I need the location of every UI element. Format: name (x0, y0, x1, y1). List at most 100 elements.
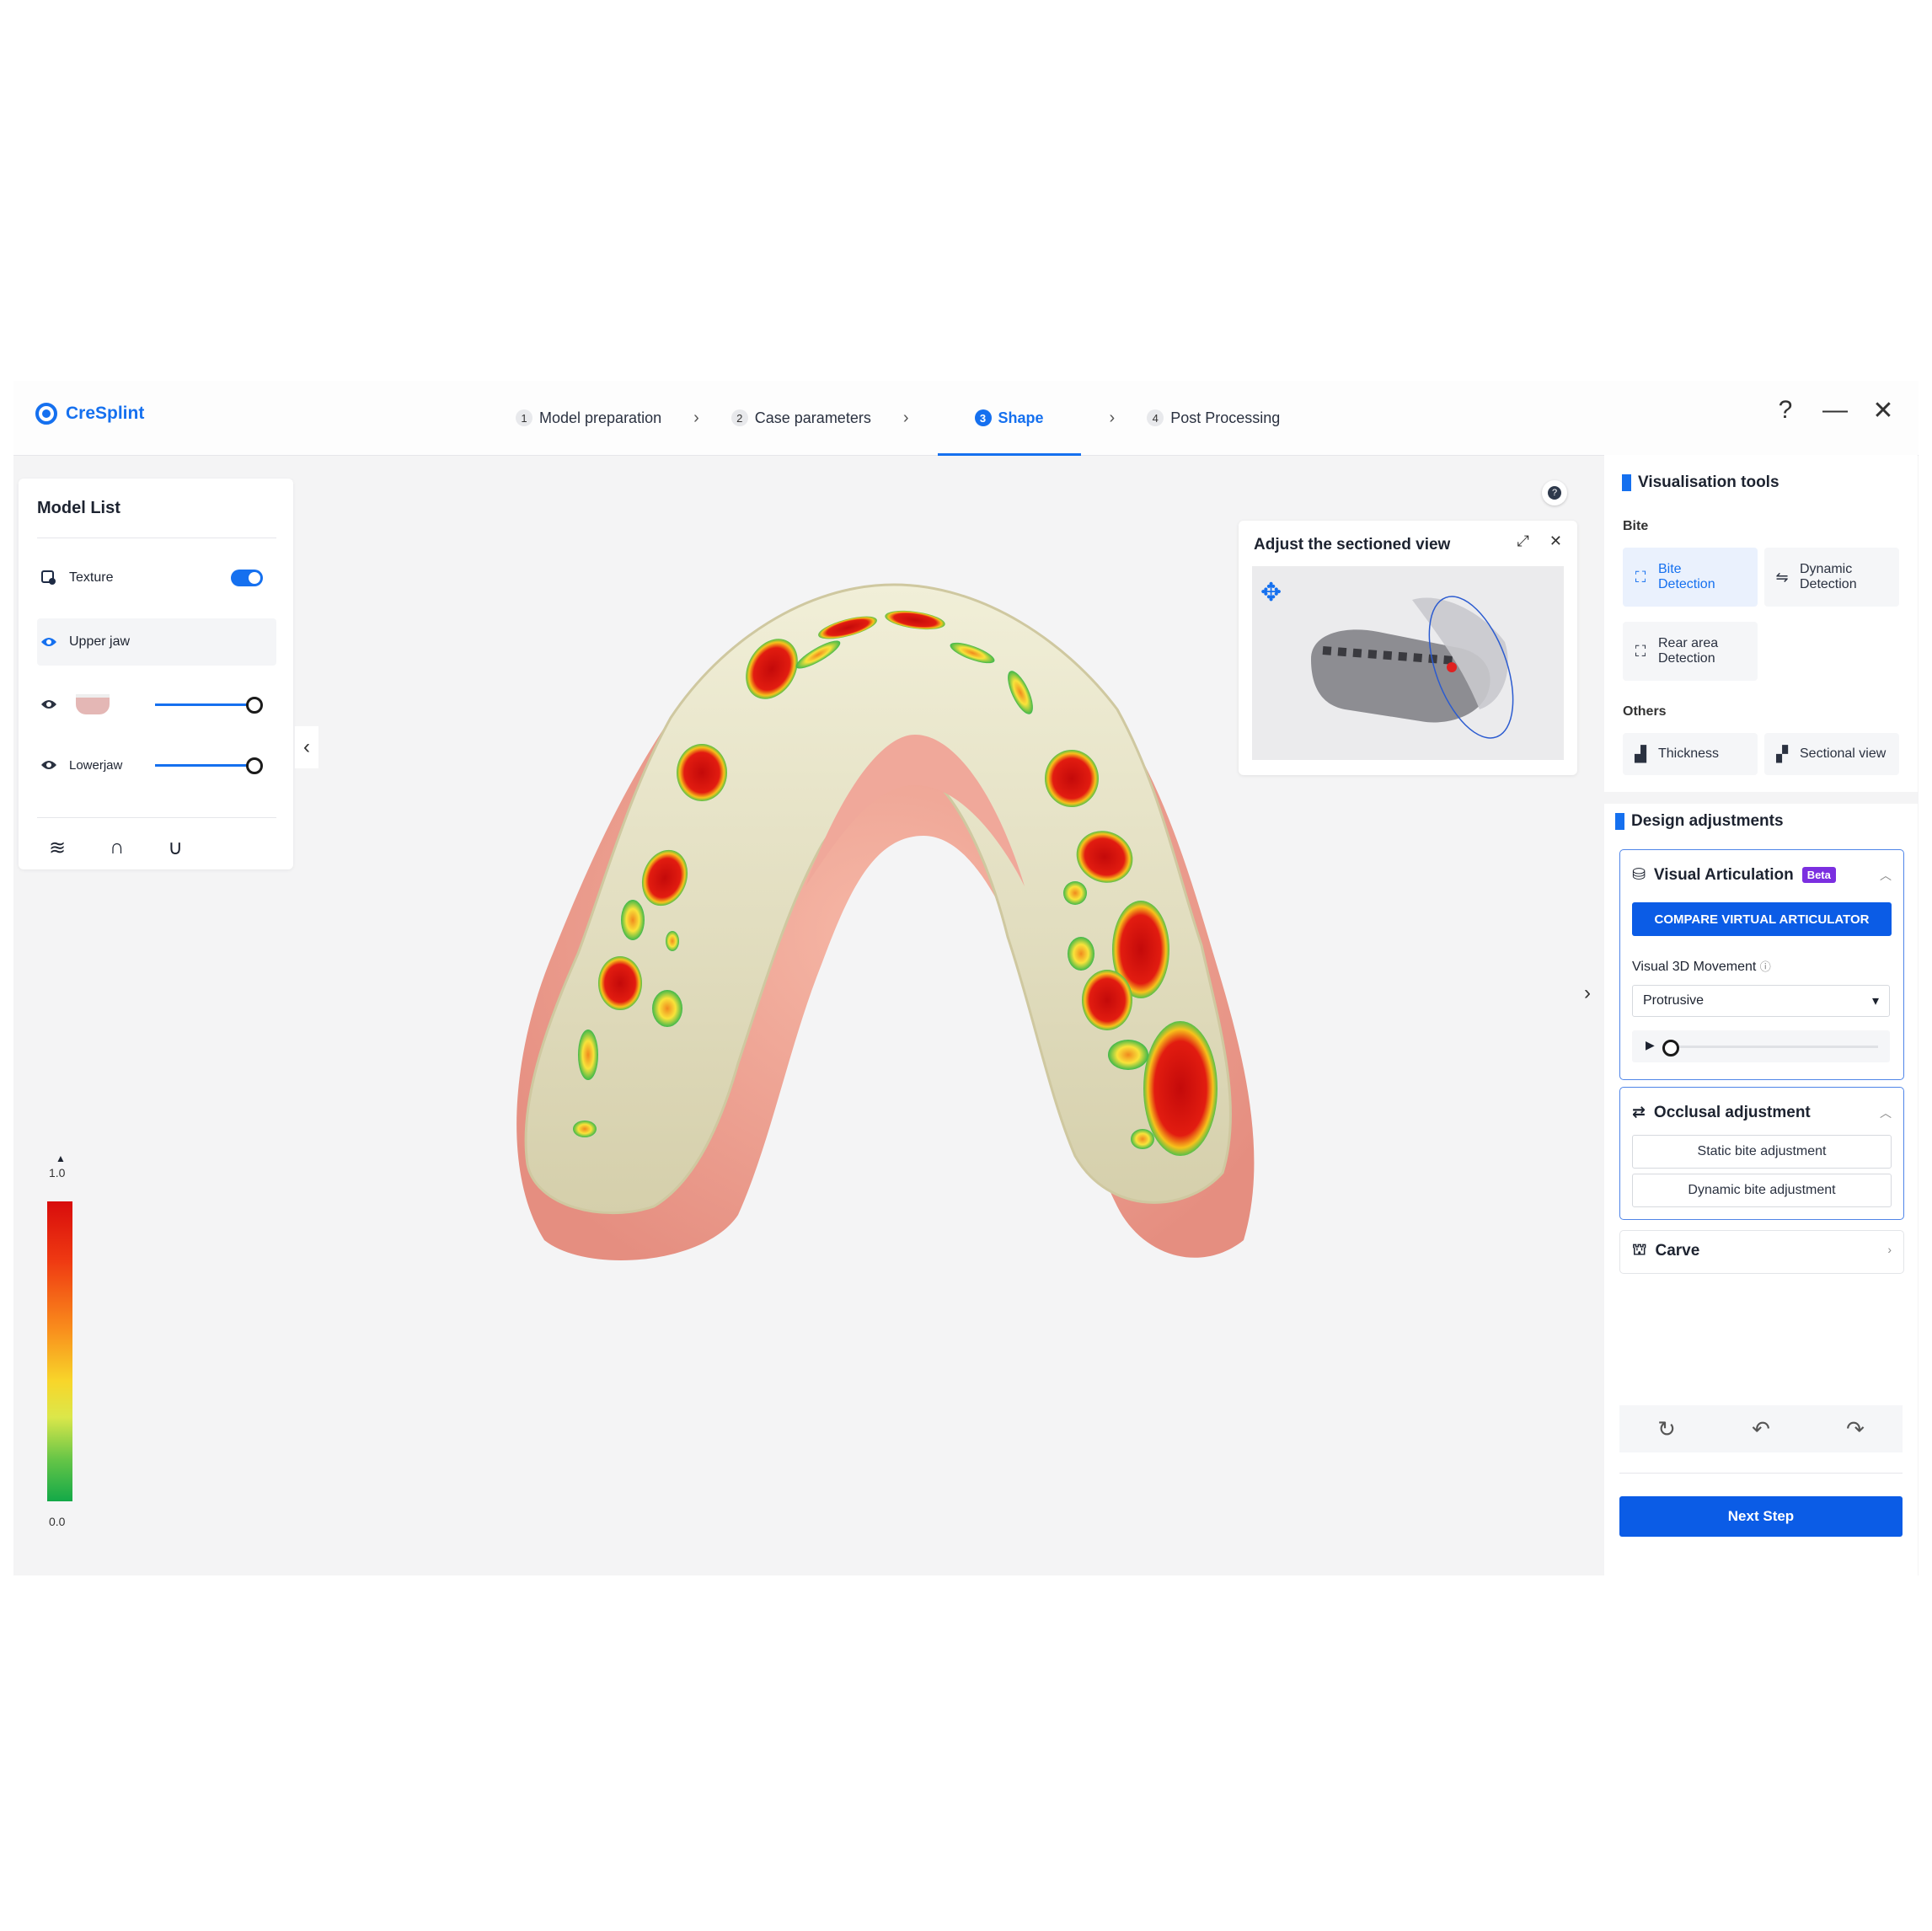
movement-label: Visual 3D Movement (1632, 960, 1757, 974)
dynamic-detection-line2: Detection (1800, 577, 1857, 591)
upper-jaw-thumbnail (76, 694, 110, 714)
texture-toggle[interactable] (231, 570, 263, 586)
thickness-label: Thickness (1658, 746, 1720, 761)
divider (1619, 1473, 1903, 1474)
lower-arch-icon[interactable]: ∪ (168, 836, 183, 860)
movement-playback: ▶ (1632, 1030, 1890, 1062)
legend-gradient-bar (47, 1201, 72, 1501)
contact-spot (621, 900, 645, 940)
undo-icon[interactable]: ↶ (1752, 1416, 1770, 1442)
contact-spot (1143, 1021, 1218, 1156)
contact-spot (1063, 881, 1087, 905)
others-label: Others (1623, 704, 1667, 719)
section-model-preview (1311, 596, 1514, 739)
rear-area-line2: Detection (1658, 651, 1715, 666)
movement-select[interactable]: Protrusive (1632, 985, 1890, 1017)
help-icon[interactable]: ? (1774, 396, 1797, 425)
divider (37, 817, 276, 818)
fullscreen-icon[interactable]: ⤢ (1517, 532, 1529, 550)
card-controls: ⤢ ✕ (1517, 532, 1563, 550)
step-number: 4 (1147, 409, 1164, 426)
tooth-icon: ⛫ (1632, 1241, 1647, 1259)
sectional-view-label: Sectional view (1800, 746, 1887, 761)
occlusal-icon: ⇄ (1632, 1104, 1646, 1121)
visualisation-header: Visualisation tools (1623, 473, 1779, 492)
contact-spot (598, 956, 642, 1010)
eye-icon[interactable] (37, 636, 61, 648)
step-case-parameters[interactable]: 2 Case parameters (728, 381, 875, 455)
carve-panel[interactable]: ⛫ Carve › (1619, 1230, 1904, 1274)
visual-articulation-header[interactable]: ⛁ Visual Articulation Beta (1632, 865, 1836, 885)
upper-jaw-opacity-slider[interactable] (155, 697, 263, 714)
chevron-right-icon: › (902, 408, 909, 427)
step-label: Case parameters (754, 409, 871, 426)
static-bite-adjustment-button[interactable]: Static bite adjustment (1632, 1135, 1892, 1169)
playback-thumb[interactable] (1662, 1040, 1679, 1056)
dynamic-detection-icon: ⇋ (1775, 568, 1789, 586)
chevron-up-icon[interactable]: ︿ (1880, 867, 1892, 884)
thickness-button[interactable]: ▟ Thickness (1623, 733, 1758, 775)
carve-header: ⛫ Carve (1632, 1241, 1699, 1261)
chevron-right-icon: › (1887, 1243, 1892, 1256)
app-window: CreSplint 1 Model preparation › 2 Case p… (13, 381, 1919, 1575)
right-tools-panel: Visualisation tools Bite ⛶ Bite Detection… (1604, 455, 1918, 1575)
sectioned-view-card: Adjust the sectioned view ⤢ ✕ ✥ (1239, 521, 1577, 775)
visual-articulation-title: Visual Articulation (1653, 865, 1794, 884)
playback-track[interactable] (1666, 1046, 1878, 1048)
next-step-button[interactable]: Next Step (1619, 1496, 1903, 1537)
step-label: Post Processing (1170, 409, 1281, 426)
bite-label: Bite (1623, 519, 1649, 533)
close-icon[interactable]: ✕ (1549, 532, 1562, 550)
minimize-icon[interactable]: — (1822, 396, 1848, 425)
contact-spot (1068, 937, 1094, 971)
step-number: 2 (731, 409, 748, 426)
upper-arch-icon[interactable]: ∩ (110, 836, 124, 860)
sectional-view-icon: ▞ (1776, 745, 1788, 762)
play-icon[interactable]: ▶ (1646, 1038, 1655, 1052)
sectioned-view-preview[interactable]: ✥ (1252, 566, 1564, 760)
dynamic-detection-button[interactable]: ⇋ Dynamic Detection (1764, 548, 1899, 607)
carve-title: Carve (1655, 1242, 1700, 1260)
collapse-left-panel-button[interactable]: ‹ (295, 726, 318, 768)
step-label: Model preparation (539, 409, 662, 426)
expand-right-panel-button[interactable]: › (1579, 972, 1596, 1014)
upper-jaw-row[interactable]: Upper jaw (37, 618, 276, 666)
eye-icon[interactable] (37, 698, 61, 710)
design-header: Design adjustments (1616, 812, 1784, 831)
reset-icon[interactable]: ↻ (1657, 1416, 1676, 1442)
beta-badge: Beta (1801, 867, 1836, 883)
sectional-view-button[interactable]: ▞ Sectional view (1764, 733, 1899, 775)
section-bar (1626, 474, 1631, 491)
contact-spot (1108, 1040, 1148, 1070)
sectioned-view-title: Adjust the sectioned view (1254, 536, 1451, 554)
redo-icon[interactable]: ↷ (1846, 1416, 1865, 1442)
design-title: Design adjustments (1631, 812, 1784, 830)
bite-detection-button[interactable]: ⛶ Bite Detection (1623, 548, 1758, 607)
move-icon[interactable]: ✥ (1260, 578, 1282, 607)
compare-virtual-articulator-button[interactable]: COMPARE VIRTUAL ARTICULATOR (1632, 902, 1892, 936)
dynamic-bite-adjustment-button[interactable]: Dynamic bite adjustment (1632, 1174, 1892, 1207)
step-model-preparation[interactable]: 1 Model preparation (512, 381, 665, 455)
upper-jaw-label: Upper jaw (69, 634, 131, 649)
close-icon[interactable]: ✕ (1871, 396, 1895, 425)
contact-spot (652, 990, 682, 1027)
rear-area-detection-button[interactable]: ⛶ Rear area Detection (1623, 622, 1758, 681)
lower-jaw-opacity-slider[interactable] (155, 757, 263, 774)
step-shape[interactable]: 3 Shape (937, 381, 1081, 456)
eye-icon[interactable] (37, 759, 61, 771)
layers-icon[interactable]: ≋ (49, 836, 66, 860)
occlusal-adjustment-header[interactable]: ⇄ Occlusal adjustment (1632, 1103, 1811, 1122)
bite-detection-line2: Detection (1658, 577, 1715, 591)
visual-articulation-panel: ⛁ Visual Articulation Beta ︿ COMPARE VIR… (1619, 849, 1904, 1080)
articulation-icon: ⛁ (1632, 866, 1646, 884)
dynamic-detection-line1: Dynamic (1800, 562, 1853, 576)
contact-spot (1131, 1129, 1154, 1149)
chevron-up-icon[interactable]: ︿ (1880, 1105, 1892, 1121)
legend-max-label: 1.0 (49, 1166, 66, 1179)
movement-label-row: Visual 3D Movement ⓘ (1632, 958, 1771, 975)
step-number: 1 (516, 409, 533, 426)
viewport-help-button[interactable]: ? (1542, 480, 1567, 505)
contact-spot (573, 1121, 597, 1137)
occlusal-adjustment-panel: ⇄ Occlusal adjustment ︿ Static bite adju… (1619, 1087, 1904, 1220)
step-post-processing[interactable]: 4 Post Processing (1143, 381, 1283, 455)
